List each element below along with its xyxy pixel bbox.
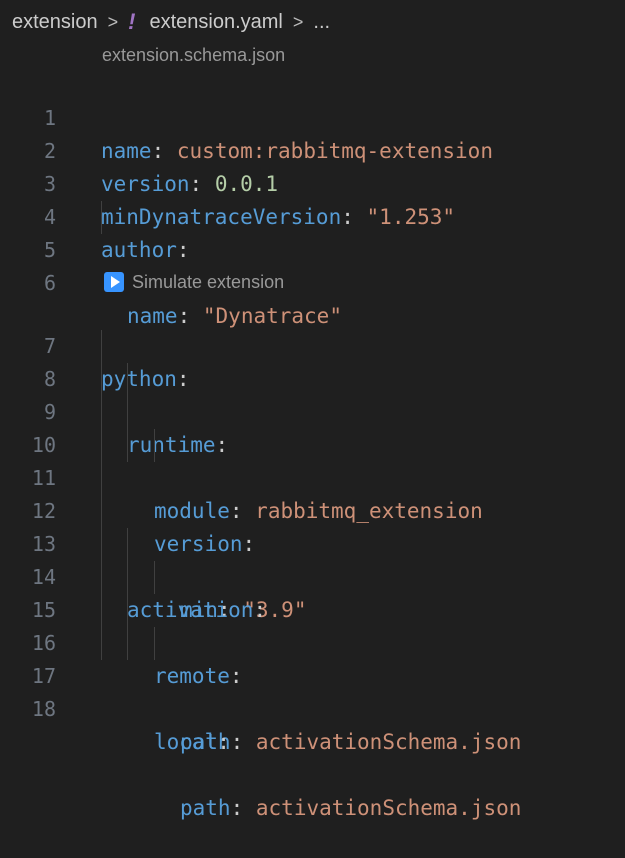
- indent-guide: [101, 627, 102, 660]
- indent-guide: [101, 363, 102, 396]
- yaml-key: path: [180, 796, 231, 820]
- yaml-colon: :: [217, 730, 230, 754]
- code-line[interactable]: 17 path: activationSchema.json: [0, 627, 625, 820]
- code-line[interactable]: 14 remote:: [0, 528, 625, 688]
- indent-guide: [127, 627, 128, 660]
- yaml-key: local: [154, 730, 218, 754]
- breadcrumb-file[interactable]: extension.yaml: [149, 11, 282, 34]
- indent-guide: [101, 495, 102, 528]
- play-icon: [104, 272, 124, 292]
- code-line[interactable]: 10 version:: [0, 396, 625, 556]
- breadcrumb: extension > ! extension.yaml > ...: [0, 0, 625, 44]
- code-line[interactable]: 4 author:: [0, 168, 625, 262]
- code-line[interactable]: 12: [0, 462, 625, 523]
- code-line[interactable]: 2 version: 0.0.1: [0, 102, 625, 196]
- code-line[interactable]: 6: [0, 234, 625, 295]
- indent-guide: [101, 330, 102, 363]
- code-line[interactable]: 15 path: activationSchema.json: [0, 561, 625, 754]
- code-line[interactable]: 1 name: custom:rabbitmq-extension: [0, 69, 625, 163]
- chevron-right-icon: >: [107, 11, 119, 32]
- breadcrumb-more[interactable]: ...: [313, 11, 330, 34]
- code-line[interactable]: 13 activation:: [0, 495, 625, 622]
- code-line[interactable]: 5 name: "Dynatrace": [0, 201, 625, 328]
- indent-guide: [101, 594, 102, 627]
- indent-guide: [154, 429, 155, 462]
- breadcrumb-folder[interactable]: extension: [12, 11, 98, 34]
- indent-guide: [127, 363, 128, 396]
- code-editor[interactable]: 1 name: custom:rabbitmq-extension 2 vers…: [0, 69, 625, 820]
- indent-guide: [154, 627, 155, 660]
- indent-guide: [127, 528, 128, 561]
- code-line[interactable]: 16 local:: [0, 594, 625, 754]
- yaml-value: activationSchema.json: [255, 730, 522, 754]
- indent-guide: [101, 528, 102, 561]
- indent-guide: [154, 561, 155, 594]
- schema-codelens[interactable]: extension.schema.json: [102, 45, 285, 66]
- simulate-extension-codelens[interactable]: Simulate extension: [104, 267, 284, 297]
- indent-guide: [101, 396, 102, 429]
- yaml-file-icon: !: [128, 9, 136, 34]
- indent-guide: [101, 429, 102, 462]
- code-line[interactable]: 11 min: "3.9": [0, 429, 625, 622]
- indent-guide: [101, 561, 102, 594]
- indent-guide: [101, 201, 102, 234]
- simulate-extension-label: Simulate extension: [132, 272, 285, 292]
- yaml-colon: :: [230, 796, 244, 820]
- line-number: 18: [31, 697, 56, 721]
- code-line[interactable]: 3 minDynatraceVersion: "1.253": [0, 135, 625, 229]
- indent-guide: [101, 462, 102, 495]
- indent-guide: [127, 561, 128, 594]
- chevron-right-icon: >: [292, 11, 304, 32]
- code-line[interactable]: 18: [0, 660, 625, 721]
- indent-guide: [127, 594, 128, 627]
- indent-guide: [127, 396, 128, 429]
- code-line[interactable]: 7 python:: [0, 297, 625, 391]
- code-line[interactable]: 8 runtime:: [0, 330, 625, 457]
- indent-guide: [127, 429, 128, 462]
- code-line[interactable]: 9 module: rabbitmq_extension: [0, 363, 625, 523]
- yaml-value: activationSchema.json: [255, 796, 522, 820]
- yaml-colon: :: [230, 730, 244, 754]
